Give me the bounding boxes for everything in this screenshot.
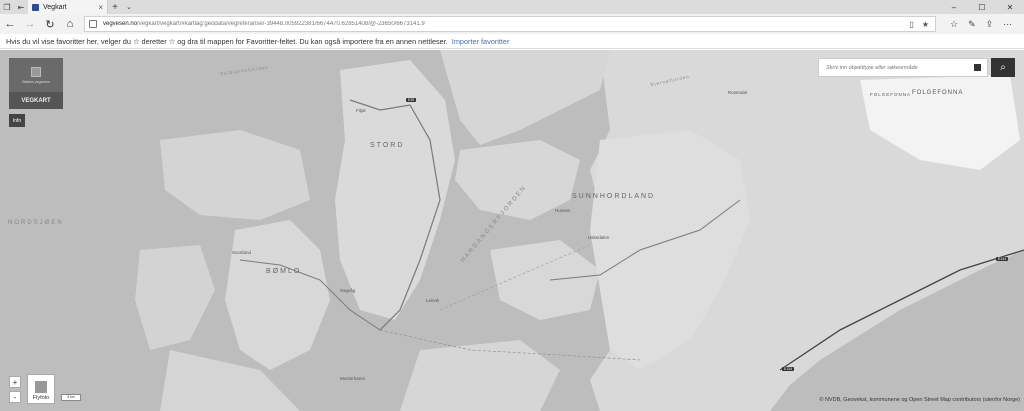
share-icon[interactable]: ⇪: [986, 19, 994, 30]
back-button[interactable]: ←: [0, 14, 20, 34]
favorites-hint-text: Hvis du vil vise favoritter her, velger …: [6, 36, 448, 46]
home-button[interactable]: ⌂: [60, 14, 80, 34]
reading-view-icon[interactable]: ▯: [909, 20, 913, 29]
map-label-nordsjoen: NORDSJØEN: [8, 220, 64, 226]
aerial-photo-icon: [35, 381, 47, 393]
navigation-bar: ← → ↻ ⌂ vegvesen.no /vegkart/vegkart/#ka…: [0, 14, 1024, 34]
close-tab-icon[interactable]: ×: [98, 3, 103, 12]
title-bar: ❐ ⇤ Vegkart × + ⌄ – ☐ ✕: [0, 0, 1024, 14]
search-icon: ⌕: [1000, 62, 1006, 73]
address-bar[interactable]: vegvesen.no /vegkart/vegkart/#kartlag:ge…: [84, 16, 936, 32]
favorite-star-icon[interactable]: ★: [922, 20, 929, 29]
map-label-mosterhamn: Mosterhamn: [340, 376, 366, 381]
map-label-fitjar: Fitjar: [356, 108, 366, 113]
vegvesen-emblem-icon: [31, 66, 41, 77]
route-marker-e134-south: E134: [782, 367, 795, 371]
flyfoto-label: Flyfoto: [32, 395, 50, 401]
tab-preview-chevron-icon[interactable]: ⌄: [122, 3, 136, 11]
set-aside-tabs-icon[interactable]: ⇤: [14, 0, 28, 14]
map-label-bomlo: BØMLO: [266, 268, 302, 275]
map-label-folgefonna-small: FOLGEFONNA: [870, 92, 912, 97]
tab-actions-icon[interactable]: ❐: [0, 0, 14, 14]
map-copyright: © NVDB, Geovekst, kommunene og Open Stre…: [819, 397, 1020, 403]
map-label-svortland: Svortland: [232, 250, 252, 255]
scale-bar: 5 km: [61, 394, 81, 401]
vegkart-favicon-icon: [32, 3, 39, 11]
vegkart-logo[interactable]: Statens vegvesen VEGKART: [9, 58, 63, 109]
map-label-sagvag: Sagvåg: [340, 288, 356, 293]
more-menu-icon[interactable]: ⋯: [1003, 19, 1012, 30]
favorites-hub-icon[interactable]: ☆: [950, 19, 958, 30]
maximize-button[interactable]: ☐: [968, 3, 996, 12]
map-label-leirvik: Leirvik: [426, 298, 440, 303]
search-input[interactable]: Skriv inn objekttype eller søkeområde: [819, 65, 974, 71]
favorites-hint-bar: Hvis du vil vise favoritter her, velger …: [0, 34, 1024, 49]
map-terrain: [135, 50, 1024, 411]
book-icon[interactable]: [974, 64, 981, 71]
minimize-button[interactable]: –: [940, 3, 968, 12]
refresh-button[interactable]: ↻: [40, 14, 60, 34]
url-host: vegvesen.no: [103, 21, 138, 27]
import-favorites-link[interactable]: Importer favoritter: [452, 37, 510, 46]
map-label-rosendal: Rosendal: [728, 90, 748, 95]
flyfoto-toggle[interactable]: Flyfoto: [27, 374, 55, 404]
browser-tab[interactable]: Vegkart ×: [28, 0, 108, 14]
map-label-uskedalen: Uskedalen: [588, 235, 610, 240]
tab-title: Vegkart: [43, 3, 67, 11]
lock-icon: [89, 20, 97, 28]
zoom-out-button[interactable]: -: [9, 391, 21, 403]
route-marker-e39: E39: [406, 98, 417, 102]
map-label-sunnhordland: SUNNHORDLAND: [572, 193, 656, 200]
map-label-husnes: Husnes: [555, 208, 571, 213]
route-marker-e134-east: E134: [996, 257, 1009, 261]
close-window-button[interactable]: ✕: [996, 3, 1024, 12]
notes-pen-icon[interactable]: ✎: [968, 19, 976, 30]
map-label-stord: STORD: [370, 142, 405, 149]
url-path: /vegkart/vegkart/#kartlag:geodata/vegref…: [137, 21, 425, 27]
new-tab-button[interactable]: +: [108, 2, 122, 13]
forward-button[interactable]: →: [20, 14, 40, 34]
map-label-folgefonna: FOLGEFONNA: [912, 90, 964, 96]
logo-name: VEGKART: [21, 97, 51, 104]
search-button[interactable]: ⌕: [991, 58, 1015, 77]
info-button[interactable]: Info: [9, 114, 25, 127]
zoom-in-button[interactable]: +: [9, 376, 21, 388]
map-canvas[interactable]: NORDSJØEN STORD SUNNHORDLAND BØMLO HARDA…: [0, 50, 1024, 411]
search-field[interactable]: Skriv inn objekttype eller søkeområde: [818, 58, 988, 77]
logo-org: Statens vegvesen: [22, 79, 50, 84]
